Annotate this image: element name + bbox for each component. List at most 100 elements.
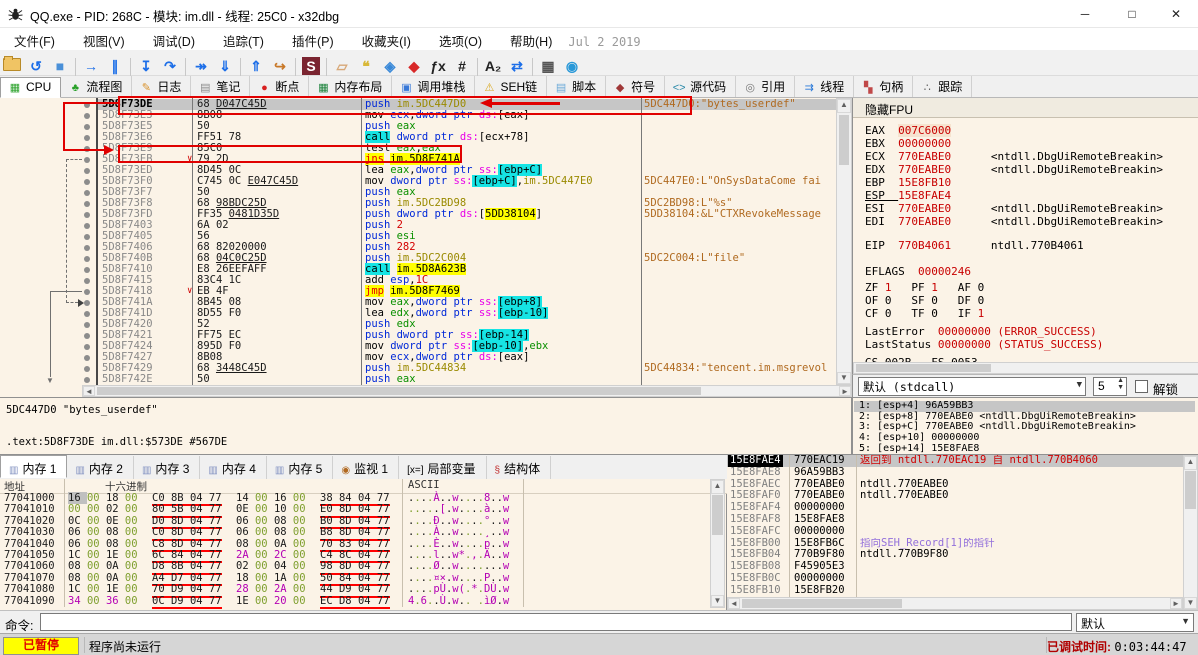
execute-till-return-icon[interactable]: ⇑ [244,55,268,77]
register-esi[interactable]: ESI 770EABE0 <ntdll.DbgUiRemoteBreakin> [865,202,1163,215]
run-icon[interactable]: → [79,55,103,77]
step-down-icon[interactable]: ⇓ [213,55,237,77]
scroll-up-icon[interactable]: ▲ [1184,456,1197,470]
register-eip[interactable]: EIP 770B4061 ntdll.770B4061 [865,239,1084,252]
menu-item-6[interactable]: 收藏夹(I) [348,28,425,50]
register-laststatus[interactable]: LastStatus 00000000 (STATUS_SUCCESS) [865,338,1103,351]
breakpoint-dot[interactable] [84,343,90,350]
breakpoint-dot[interactable] [84,222,90,229]
step-over-icon[interactable]: ↷ [158,55,182,77]
scroll-left-icon[interactable]: ◄ [83,386,95,396]
menu-item-8[interactable]: 帮助(H) [496,28,566,50]
stack-rows[interactable]: 15E8FAE4 770EAC19 返回到 ntdll.770EAC19 自 ntd… [727,454,1183,597]
close-button[interactable]: ✕ [1154,0,1198,28]
breakpoint-dot[interactable] [84,255,90,262]
memory-vscrollbar[interactable]: ▲ ▼ [710,479,725,608]
tab-内存-3[interactable]: ▥ 内存 3 [134,456,201,479]
breakpoint-dot[interactable] [84,365,90,372]
breakpoint-dot[interactable] [84,189,90,196]
tab-内存-4[interactable]: ▥ 内存 4 [200,456,267,479]
tab-线程[interactable]: ⇉ 线程 [795,76,855,97]
breakpoint-dot[interactable] [84,200,90,207]
tab-笔记[interactable]: ▤ 笔记 [191,76,251,97]
scroll-up-icon[interactable]: ▲ [711,480,724,494]
calling-convention-select[interactable]: 默认 (stdcall) ▼ [858,377,1086,396]
breakpoint-dot[interactable] [84,123,90,130]
hide-fpu-button[interactable]: 隐藏FPU [853,98,1198,118]
unlock-checkbox[interactable] [1135,380,1148,393]
scroll-down-icon[interactable]: ▼ [1184,597,1197,609]
tab-内存-5[interactable]: ▥ 内存 5 [267,456,334,479]
step-into-icon[interactable]: ↧ [134,55,158,77]
flags-row[interactable]: ZF 1 PF 1 AF 0 [865,281,984,294]
scroll-right-icon[interactable]: ► [839,386,851,396]
labels-icon[interactable]: ◈ [378,55,402,77]
functions-icon[interactable]: ƒx [426,55,450,77]
menu-item-1[interactable]: 文件(F) [0,28,69,50]
breakpoint-dot[interactable] [84,156,90,163]
stack-vscrollbar[interactable]: ▲ ▼ [1183,455,1198,610]
disasm-vscrollbar[interactable]: ▲ ▼ [836,98,852,385]
breakpoint-dot[interactable] [84,376,90,383]
bookmarks-icon[interactable]: ◆ [402,55,426,77]
tab-跟踪[interactable]: ∴ 跟踪 [913,76,973,97]
trace-into-icon[interactable]: ↠ [189,55,213,77]
tab-局部变量[interactable]: [x=] 局部变量 [399,456,487,479]
register-ebx[interactable]: EBX 00000000 [865,137,951,150]
tab-内存-1[interactable]: ▥ 内存 1 [0,455,68,478]
maximize-button[interactable]: □ [1110,0,1154,28]
register-edx[interactable]: EDX 770EABE0 <ntdll.DbgUiRemoteBreakin> [865,163,1163,176]
attach-icon[interactable]: ⇄ [505,55,529,77]
breakpoint-dot[interactable] [84,134,90,141]
minimize-button[interactable]: ─ [1063,0,1107,28]
disasm-hscrollbar[interactable]: ◄ ► [82,385,852,397]
register-ecx[interactable]: ECX 770EABE0 <ntdll.DbgUiRemoteBreakin> [865,150,1163,163]
arg-count-stepper[interactable]: 5 ▲ ▼ [1093,377,1127,396]
tab-监视-1[interactable]: ◉ 监视 1 [333,456,400,479]
breakpoint-dot[interactable] [84,266,90,273]
run-to-user-code-icon[interactable]: ↪ [268,55,292,77]
arguments-panel[interactable]: 1: [esp+4] 96A59BB3 2: [esp+8] 770EABE0 <… [852,397,1198,455]
memory-rows[interactable]: 77041000 16 00 18 00 C0 8B 04 77 14 00 16 0… [0,492,727,609]
disassembly-panel[interactable]: 5D8F73DE 68 D047C45D push im.5DC447D0 5DC44… [0,98,852,397]
breakpoint-dot[interactable] [84,101,90,108]
tab-内存布局[interactable]: ▦ 内存布局 [309,76,393,97]
restart-icon[interactable]: ↺ [24,55,48,77]
scroll-down-icon[interactable]: ▼ [837,372,851,384]
register-lasterror[interactable]: LastError 00000000 (ERROR_SUCCESS) [865,325,1097,338]
scroll-left-icon[interactable]: ◄ [728,598,740,609]
menu-item-5[interactable]: 插件(P) [278,28,348,50]
scroll-up-icon[interactable]: ▲ [837,99,851,113]
memory-dump-panel[interactable]: ▥ 内存 1 ▥ 内存 2 ▥ 内存 3 ▥ 内存 4 ▥ 内存 5 ◉ 监视 1 [x=] 局部变量 § 结… [0,455,727,610]
breakpoint-dot[interactable] [84,211,90,218]
tab-符号[interactable]: ◆ 符号 [606,76,666,97]
tab-seh链[interactable]: ⚠ SEH链 [475,76,548,97]
tab-脚本[interactable]: ▤ 脚本 [547,76,607,97]
breakpoint-dot[interactable] [84,178,90,185]
open-file-icon[interactable] [0,52,24,74]
stack-row[interactable]: 15E8FAFC 00000000 [727,525,1183,538]
breakpoint-dot[interactable] [84,321,90,328]
flags-row[interactable]: CF 0 TF 0 IF 1 [865,307,984,320]
stack-row[interactable]: 15E8FAE8 96A59BB3 [727,466,1183,479]
tab-流程图[interactable]: ♣ 流程图 [61,76,133,97]
analysis-icon[interactable]: # [450,55,474,77]
scroll-right-icon[interactable]: ► [1170,598,1182,609]
assemble-icon[interactable]: A₂ [481,55,505,77]
register-eax[interactable]: EAX 007C6000 [865,124,952,137]
registers-hscrollbar[interactable] [853,362,1198,374]
tab-源代码[interactable]: <> 源代码 [665,76,737,97]
tab-句柄[interactable]: ▚ 句柄 [854,76,914,97]
tab-结构体[interactable]: § 结构体 [487,456,552,479]
breakpoint-dot[interactable] [84,277,90,284]
patches-icon[interactable]: ▱ [330,55,354,77]
register-edi[interactable]: EDI 770EABE0 <ntdll.DbgUiRemoteBreakin> [865,215,1163,228]
scroll-down-icon[interactable]: ▼ [711,595,724,607]
breakpoint-dot[interactable] [84,244,90,251]
menu-item-2[interactable]: 视图(V) [69,28,139,50]
breakpoint-dot[interactable] [84,233,90,240]
breakpoint-dot[interactable] [84,145,90,152]
register-eflags[interactable]: EFLAGS 00000246 [865,265,971,278]
stack-panel[interactable]: 15E8FAE4 770EAC19 返回到 ntdll.770EAC19 自 ntd… [727,454,1198,610]
tab-cpu[interactable]: ▦ CPU [0,77,62,98]
